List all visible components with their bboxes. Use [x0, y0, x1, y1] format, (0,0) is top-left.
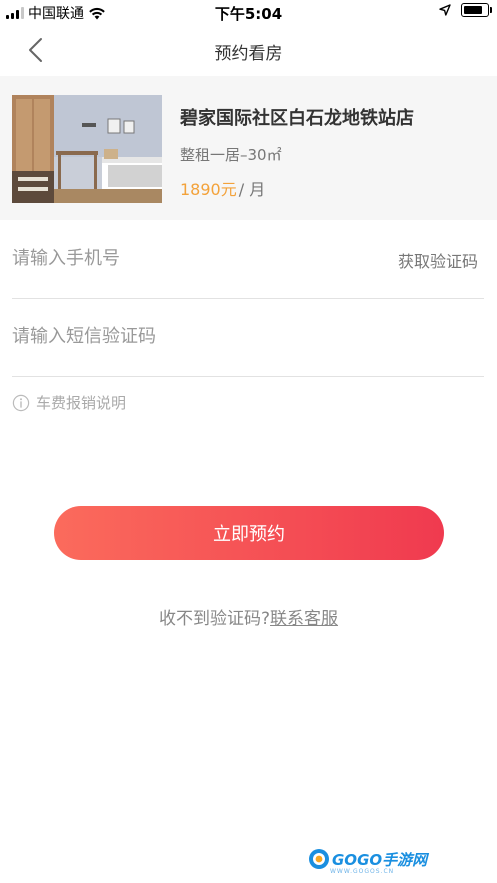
- page-title: 预约看房: [214, 44, 283, 64]
- battery-icon: [461, 3, 492, 17]
- listing-spec: 整租一居–30㎡: [180, 146, 282, 164]
- status-time: 下午5:04: [214, 5, 283, 23]
- listing-price: 1890元: [180, 180, 237, 199]
- location-arrow-icon: [439, 4, 451, 16]
- listing-name: 碧家国际社区白石龙地铁站店: [180, 108, 414, 129]
- book-now-button[interactable]: 立即预约: [54, 506, 444, 560]
- fee-note[interactable]: 车费报销说明: [12, 392, 126, 413]
- help-line: 收不到验证码?联系客服: [0, 604, 497, 629]
- listing-card[interactable]: 碧家国际社区白石龙地铁站店 整租一居–30㎡ 1890元 / 月: [0, 76, 497, 220]
- status-right: [439, 3, 492, 17]
- code-row: [12, 299, 484, 377]
- listing-price-line: 1890元 / 月: [180, 176, 265, 200]
- phone-input[interactable]: [12, 243, 382, 273]
- help-text: 收不到验证码?: [158, 609, 271, 629]
- sms-code-input[interactable]: [12, 321, 382, 351]
- get-code-button[interactable]: 获取验证码: [398, 248, 478, 272]
- listing-photo: [12, 95, 162, 203]
- listing-price-unit: / 月: [238, 180, 266, 199]
- gogo-logo-icon: [309, 849, 329, 869]
- contact-service-link[interactable]: 联系客服: [270, 609, 338, 629]
- watermark-url: WWW.GOGOS.CN: [330, 868, 395, 875]
- watermark: GOGO手游网 WWW.GOGOS.CN: [308, 848, 428, 875]
- info-icon: [12, 394, 30, 411]
- status-bar: 中国联通 下午5:04: [0, 0, 497, 24]
- phone-row: 获取验证码: [12, 221, 484, 299]
- watermark-brand: GOGO手游网: [332, 850, 428, 869]
- fee-note-label: 车费报销说明: [36, 394, 127, 412]
- nav-bar: 预约看房: [0, 24, 497, 76]
